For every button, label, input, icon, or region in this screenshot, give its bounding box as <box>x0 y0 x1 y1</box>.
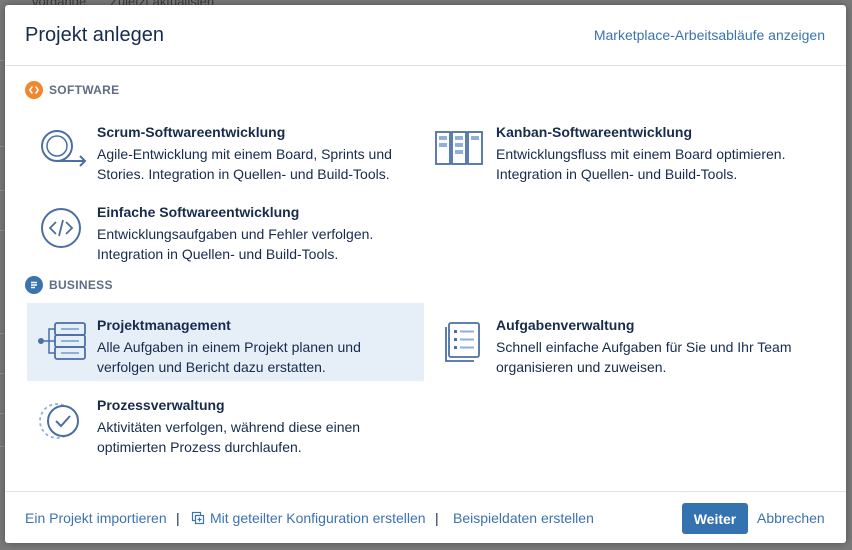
create-project-dialog: Projekt anlegen Marketplace-Arbeitsabläu… <box>5 5 846 543</box>
template-project-management[interactable]: Projektmanagement Alle Aufgaben in einem… <box>27 303 424 381</box>
sample-data-link[interactable]: Beispieldaten erstellen <box>453 510 594 526</box>
template-kanban[interactable]: Kanban-Softwareentwicklung Entwicklungsf… <box>426 110 823 188</box>
section-software-label: SOFTWARE <box>49 83 120 97</box>
template-name: Kanban-Softwareentwicklung <box>496 124 693 140</box>
code-icon <box>25 81 43 99</box>
shared-config-link-label: Mit geteilter Konfiguration erstellen <box>210 510 426 526</box>
template-name: Projektmanagement <box>97 317 231 333</box>
template-description: Agile-Entwicklung mit einem Board, Sprin… <box>97 146 392 182</box>
section-business-label: BUSINESS <box>49 278 113 292</box>
template-simple-software[interactable]: Einfache Softwareentwicklung Entwicklung… <box>27 190 424 268</box>
code-circle-icon <box>35 206 87 250</box>
template-description: Aktivitäten verfolgen, während diese ein… <box>97 419 361 455</box>
template-scrum[interactable]: Scrum-Softwareentwicklung Agile-Entwickl… <box>27 110 424 188</box>
template-task-management[interactable]: Aufgabenverwaltung Schnell einfache Aufg… <box>426 303 823 381</box>
process-check-icon <box>35 399 87 443</box>
shared-config-link[interactable]: Mit geteilter Konfiguration erstellen <box>191 510 426 526</box>
dialog-title: Projekt anlegen <box>25 24 164 46</box>
document-icon <box>25 276 43 294</box>
dialog-footer: Ein Projekt importieren | Mit geteilter … <box>5 491 846 543</box>
project-tree-icon <box>35 319 87 363</box>
scrum-cycle-icon <box>35 126 87 170</box>
dialog-header: Projekt anlegen Marketplace-Arbeitsabläu… <box>5 5 846 66</box>
section-software-header: SOFTWARE <box>25 81 119 99</box>
marketplace-workflows-link[interactable]: Marketplace-Arbeitsabläufe anzeigen <box>594 27 825 43</box>
next-button[interactable]: Weiter <box>682 503 748 534</box>
template-name: Prozessverwaltung <box>97 397 225 413</box>
template-description: Schnell einfache Aufgaben für Sie und Ih… <box>496 339 792 375</box>
kanban-board-icon <box>434 126 486 170</box>
section-business-header: BUSINESS <box>25 276 113 294</box>
import-project-link[interactable]: Ein Projekt importieren <box>25 510 167 526</box>
template-process-management[interactable]: Prozessverwaltung Aktivitäten verfolgen,… <box>27 383 424 461</box>
template-name: Scrum-Softwareentwicklung <box>97 124 286 140</box>
template-description: Entwicklungsaufgaben und Fehler verfolge… <box>97 226 374 262</box>
template-name: Einfache Softwareentwicklung <box>97 204 300 220</box>
footer-separator: | <box>435 510 439 526</box>
footer-separator: | <box>176 510 180 526</box>
task-list-icon <box>434 319 486 363</box>
copy-add-icon <box>191 511 205 525</box>
template-description: Alle Aufgaben in einem Projekt planen un… <box>97 339 361 375</box>
template-description: Entwicklungsfluss mit einem Board optimi… <box>496 146 786 182</box>
cancel-link[interactable]: Abbrechen <box>757 510 825 526</box>
template-name: Aufgabenverwaltung <box>496 317 635 333</box>
